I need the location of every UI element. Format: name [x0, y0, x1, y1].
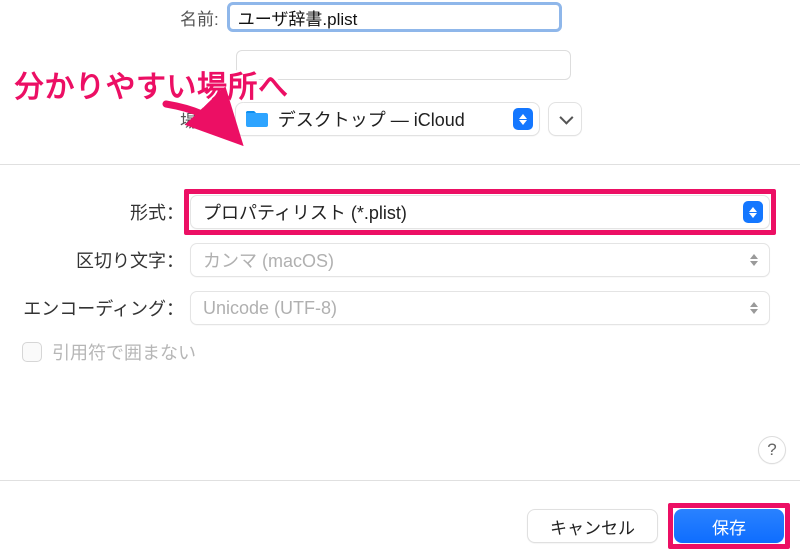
divider: [0, 480, 800, 481]
format-label: 形式：: [0, 199, 190, 225]
save-button[interactable]: 保存: [674, 509, 784, 543]
updown-stepper-icon: [743, 201, 763, 223]
filename-input[interactable]: [227, 2, 562, 32]
cancel-label: キャンセル: [550, 514, 635, 539]
cancel-button[interactable]: キャンセル: [527, 509, 658, 543]
encoding-value: Unicode (UTF-8): [203, 298, 745, 319]
no-quote-checkbox: [22, 342, 42, 362]
location-text: デスクトップ — iCloud: [278, 106, 505, 132]
help-button[interactable]: ?: [758, 436, 786, 464]
encoding-label: エンコーディング：: [0, 295, 190, 321]
location-label: 場所:: [180, 107, 219, 132]
name-label: 名前:: [180, 5, 219, 30]
location-dropdown[interactable]: デスクトップ — iCloud: [235, 102, 540, 136]
updown-stepper-icon: [745, 250, 763, 270]
no-quote-label: 引用符で囲まない: [52, 339, 196, 365]
encoding-select: Unicode (UTF-8): [190, 291, 770, 325]
chevron-down-icon: [559, 111, 573, 125]
updown-stepper-icon: [745, 298, 763, 318]
annotation-text: 分かりやすい場所へ: [14, 62, 289, 106]
delimiter-value: カンマ (macOS): [203, 247, 745, 273]
format-select[interactable]: プロパティリスト (*.plist): [190, 195, 770, 229]
question-icon: ?: [767, 440, 776, 460]
delimiter-label: 区切り文字：: [0, 247, 190, 273]
save-label: 保存: [712, 514, 746, 539]
folder-icon: [244, 108, 270, 130]
format-value: プロパティリスト (*.plist): [203, 199, 743, 225]
delimiter-select: カンマ (macOS): [190, 243, 770, 277]
updown-stepper-icon: [513, 108, 533, 130]
expand-button[interactable]: [548, 102, 582, 136]
